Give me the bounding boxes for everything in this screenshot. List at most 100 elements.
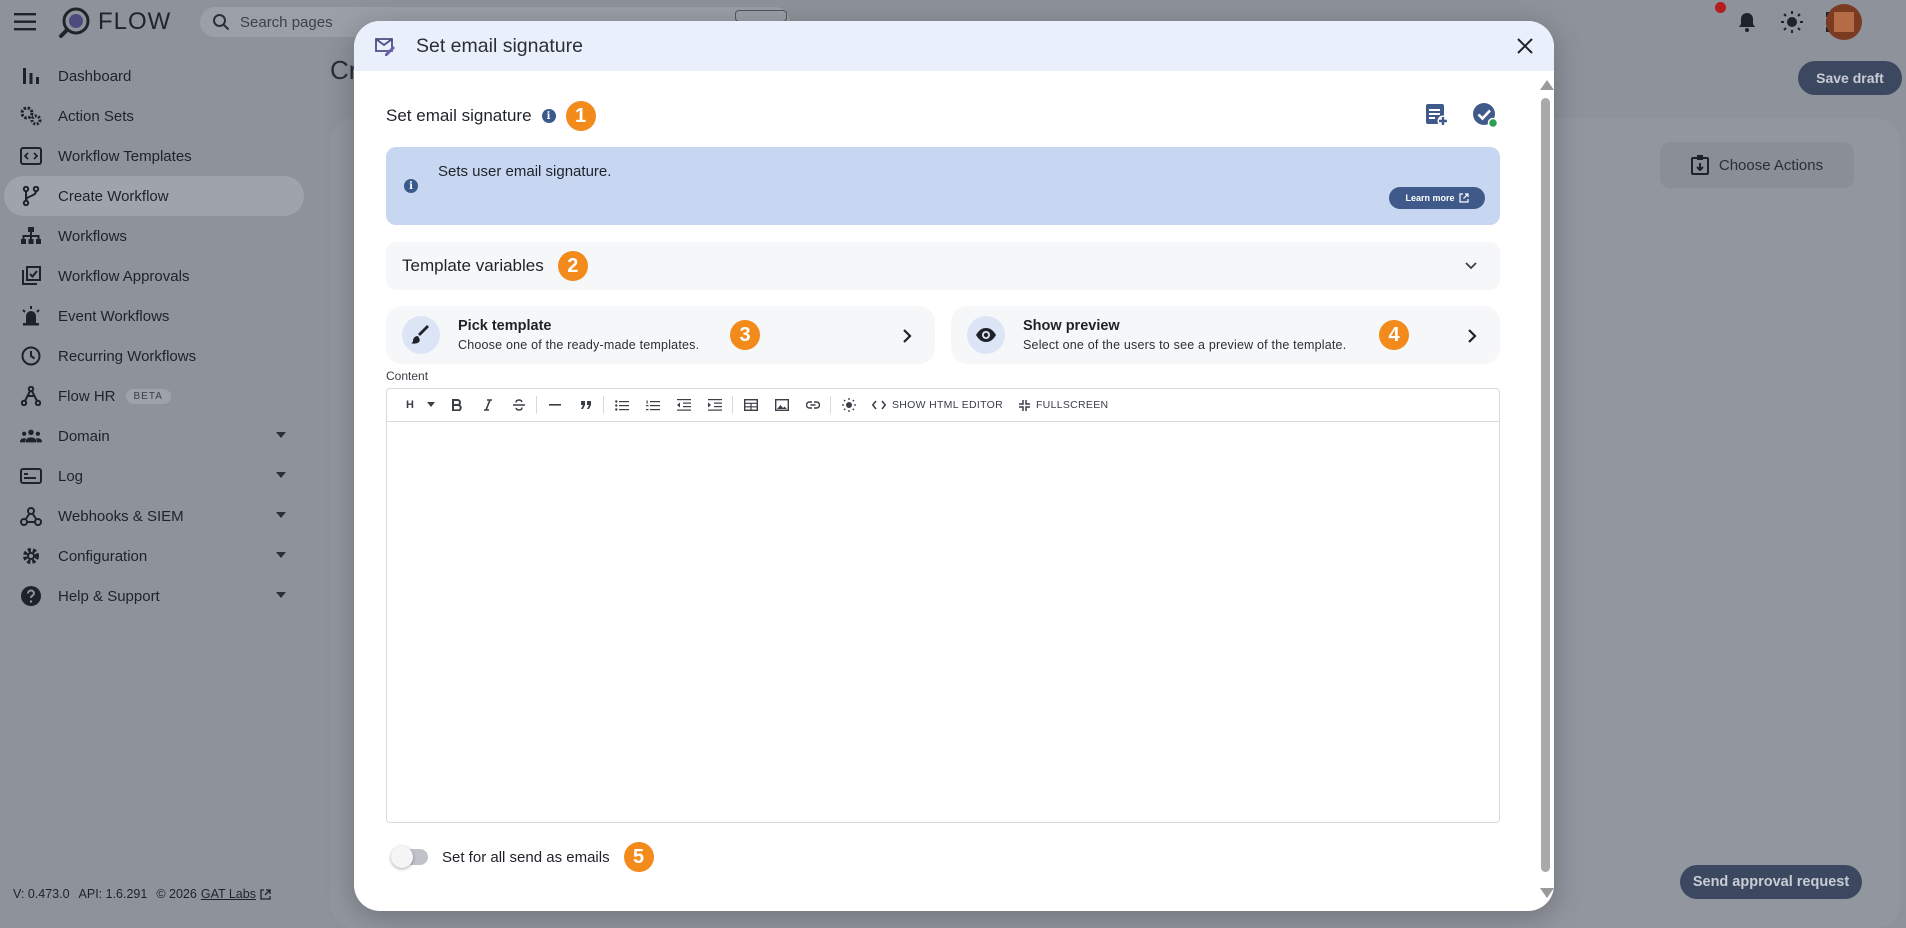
send-as-toggle[interactable] xyxy=(391,846,428,868)
send-as-toggle-label: Set for all send as emails xyxy=(442,848,610,866)
chevron-right-icon xyxy=(903,329,912,343)
theme-toggle-icon[interactable] xyxy=(1780,10,1804,34)
alarm-icon xyxy=(20,305,42,327)
close-button[interactable] xyxy=(1512,33,1538,59)
dialog-scrollbar[interactable] xyxy=(1537,76,1554,906)
italic-button[interactable] xyxy=(472,389,503,422)
numbered-list-icon xyxy=(645,400,660,410)
api-version-text: API: 1.6.291 xyxy=(78,887,148,901)
clock-icon xyxy=(20,345,42,367)
outdent-button[interactable] xyxy=(668,389,699,422)
info-icon[interactable]: i xyxy=(541,109,556,123)
company-link[interactable]: GAT Labs xyxy=(201,887,256,901)
sidebar-item-label: Event Workflows xyxy=(58,307,170,325)
hierarchy-icon xyxy=(20,225,42,247)
sidebar-item-domain[interactable]: Domain xyxy=(4,416,304,456)
sidebar-item-label: Help & Support xyxy=(58,587,160,605)
brush-icon xyxy=(402,316,440,354)
sidebar-item-flow-hr[interactable]: Flow HR BETA xyxy=(4,376,304,416)
menu-icon[interactable] xyxy=(14,11,38,33)
app-name: FLOW xyxy=(98,8,172,35)
scroll-down-arrow-icon[interactable] xyxy=(1540,888,1554,898)
sidebar-item-workflow-approvals[interactable]: Workflow Approvals xyxy=(4,256,304,296)
sidebar-item-log[interactable]: Log xyxy=(4,456,304,496)
save-draft-button[interactable]: Save draft xyxy=(1798,61,1902,95)
validate-button[interactable] xyxy=(1468,98,1502,132)
eye-icon xyxy=(967,316,1005,354)
sidebar-item-workflows[interactable]: Workflows xyxy=(4,216,304,256)
learn-more-button[interactable]: Learn more xyxy=(1389,187,1485,209)
user-avatar[interactable] xyxy=(1826,4,1862,40)
fullscreen-exit-icon xyxy=(1018,399,1030,411)
sidebar-item-workflow-templates[interactable]: Workflow Templates xyxy=(4,136,304,176)
heading-button[interactable]: H xyxy=(399,389,421,422)
image-button[interactable] xyxy=(766,389,797,422)
copyright-text: © 2026 xyxy=(156,887,197,901)
chevron-down-icon xyxy=(276,592,286,598)
show-preview-title: Show preview xyxy=(1023,318,1120,334)
template-variables-accordion[interactable]: Template variables 2 xyxy=(386,242,1500,290)
strikethrough-icon xyxy=(512,399,525,411)
bell-icon[interactable] xyxy=(1736,11,1758,33)
theme-button[interactable] xyxy=(833,389,864,422)
sidebar-item-webhooks[interactable]: Webhooks & SIEM xyxy=(4,496,304,536)
fullscreen-button[interactable]: FULLSCREEN xyxy=(1011,399,1116,411)
table-button[interactable] xyxy=(735,389,766,422)
scroll-up-arrow-icon[interactable] xyxy=(1540,80,1554,90)
send-approval-button[interactable]: Send approval request xyxy=(1680,865,1862,899)
template-icon xyxy=(20,145,42,167)
sidebar-item-action-sets[interactable]: Action Sets xyxy=(4,96,304,136)
image-icon xyxy=(774,399,789,411)
fullscreen-label: FULLSCREEN xyxy=(1035,399,1109,411)
group-icon xyxy=(20,425,42,447)
heading-dropdown[interactable] xyxy=(421,389,441,422)
toolbar-divider xyxy=(732,396,733,414)
search-placeholder: Search pages xyxy=(240,13,333,31)
sidebar-item-label: Workflows xyxy=(58,227,127,245)
dialog-title: Set email signature xyxy=(416,34,583,57)
show-html-editor-label: SHOW HTML EDITOR xyxy=(892,399,1003,411)
show-preview-card[interactable]: Show preview Select one of the users to … xyxy=(951,306,1500,364)
indent-button[interactable] xyxy=(699,389,730,422)
chevron-down-icon xyxy=(427,402,435,407)
hr-icon xyxy=(20,385,42,407)
check-circle-icon xyxy=(1473,103,1499,129)
scrollbar-thumb[interactable] xyxy=(1541,98,1550,872)
template-variables-label: Template variables xyxy=(402,256,544,275)
table-icon xyxy=(743,399,758,411)
choose-actions-button[interactable]: Choose Actions xyxy=(1660,142,1854,188)
strikethrough-button[interactable] xyxy=(503,389,534,422)
sidebar-item-label: Domain xyxy=(58,427,110,445)
app-logo[interactable]: FLOW xyxy=(58,5,171,39)
horizontal-rule-button[interactable] xyxy=(539,389,570,422)
sidebar-item-create-workflow[interactable]: Create Workflow xyxy=(4,176,304,216)
add-note-button[interactable] xyxy=(1420,98,1454,132)
sidebar-item-dashboard[interactable]: Dashboard xyxy=(4,56,304,96)
sidebar-item-configuration[interactable]: Configuration xyxy=(4,536,304,576)
sidebar-item-recurring-workflows[interactable]: Recurring Workflows xyxy=(4,336,304,376)
sidebar-item-label: Configuration xyxy=(58,547,148,565)
show-html-editor-button[interactable]: SHOW HTML EDITOR xyxy=(864,399,1011,411)
external-link-icon xyxy=(260,888,271,900)
bold-button[interactable] xyxy=(441,389,472,422)
sidebar-item-event-workflows[interactable]: Event Workflows xyxy=(4,296,304,336)
chevron-down-icon xyxy=(276,512,286,518)
sidebar-item-help[interactable]: Help & Support xyxy=(4,576,304,616)
sidebar-item-label: Workflow Templates xyxy=(58,147,192,165)
webhook-icon xyxy=(20,505,42,527)
send-as-toggle-row: Set for all send as emails 5 xyxy=(391,842,654,872)
pick-template-card[interactable]: Pick template Choose one of the ready-ma… xyxy=(386,306,935,364)
link-button[interactable] xyxy=(797,389,828,422)
numbered-list-button[interactable] xyxy=(637,389,668,422)
sidebar: Dashboard Action Sets Workflow Templates… xyxy=(0,56,310,616)
editor-content-area[interactable] xyxy=(387,422,1499,822)
quote-icon xyxy=(580,401,591,409)
sidebar-item-label: Dashboard xyxy=(58,67,132,85)
bullet-list-button[interactable] xyxy=(606,389,637,422)
blockquote-button[interactable] xyxy=(570,389,601,422)
step-badge-1: 1 xyxy=(565,101,596,131)
sidebar-item-label: Log xyxy=(58,467,84,485)
sidebar-item-label: Webhooks & SIEM xyxy=(58,507,184,525)
choose-actions-label: Choose Actions xyxy=(1718,156,1824,174)
chevron-down-icon xyxy=(1465,262,1477,270)
